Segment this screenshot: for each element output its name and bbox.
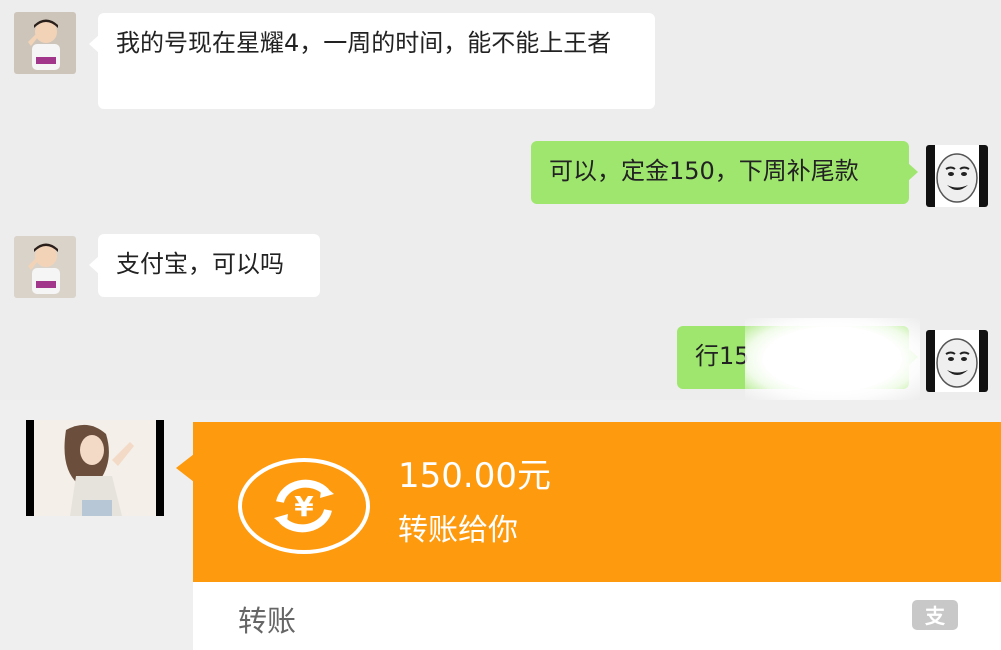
transfer-description: 转账给你 [398,513,518,548]
transfer-label: 转账 [238,604,297,638]
sender-avatar[interactable] [14,236,76,298]
message-bubble-sent[interactable]: 可以，定金150，下周补尾款 [531,141,918,204]
my-avatar[interactable] [926,145,988,207]
transfer-card-footer [193,582,1001,650]
transfer-sender-avatar[interactable] [26,420,164,516]
card-pointer [176,454,194,482]
message-text: 我的号现在星耀4，一周的时间，能不能上王者 [116,29,612,57]
sender-avatar[interactable] [14,12,76,74]
message-text: 可以，定金150，下周补尾款 [549,157,859,185]
svg-text:¥: ¥ [294,490,314,523]
message-text: 行15 [695,342,750,370]
transfer-amount: 150.00元 [398,456,551,496]
my-avatar[interactable] [926,330,988,392]
alipay-icon: 支 [912,600,958,630]
message-bubble-received[interactable]: 我的号现在星耀4，一周的时间，能不能上王者 [89,13,655,109]
message-text: 支付宝，可以吗 [116,250,284,278]
message-bubble-received[interactable]: 支付宝，可以吗 [89,234,320,297]
svg-text:支: 支 [925,604,946,628]
yuan-exchange-icon: ¥ [236,458,372,554]
redaction-blur [745,318,920,400]
